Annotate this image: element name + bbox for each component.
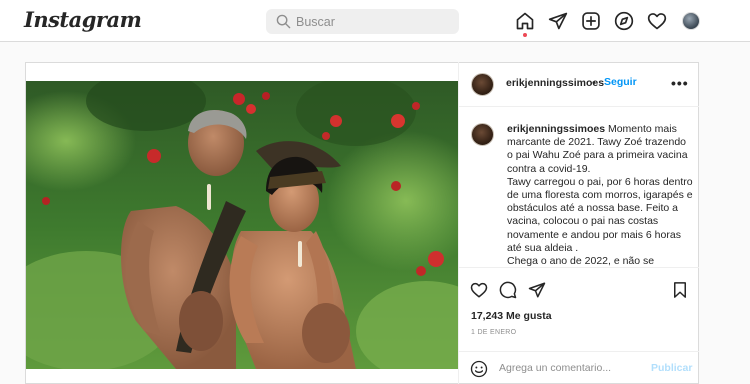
likes-count[interactable]: 17,243 Me gusta bbox=[471, 310, 552, 322]
like-icon[interactable] bbox=[470, 281, 488, 299]
share-icon[interactable] bbox=[528, 281, 546, 299]
home-icon[interactable] bbox=[515, 11, 535, 31]
caption-author[interactable]: erikjenningssimoes bbox=[507, 123, 605, 135]
photo-illustration bbox=[26, 81, 458, 369]
caption-text: erikjenningssimoes Momento mais marcante… bbox=[507, 123, 693, 268]
post-actions bbox=[459, 269, 699, 309]
comment-icon[interactable] bbox=[499, 281, 517, 299]
comment-input[interactable] bbox=[499, 360, 649, 376]
emoji-icon[interactable] bbox=[470, 360, 488, 378]
follow-button[interactable]: Seguir bbox=[604, 76, 637, 88]
explore-icon[interactable] bbox=[614, 11, 634, 31]
post-side-panel: erikjenningssimoes • Seguir ••• erikjenn… bbox=[458, 62, 699, 384]
post-date: 1 DE ENERO bbox=[471, 329, 517, 336]
publish-button[interactable]: Publicar bbox=[651, 362, 692, 374]
activity-icon[interactable] bbox=[647, 11, 667, 31]
save-icon[interactable] bbox=[671, 281, 689, 299]
comment-bar: Publicar bbox=[459, 351, 699, 384]
new-post-icon[interactable] bbox=[581, 11, 601, 31]
profile-avatar[interactable] bbox=[682, 12, 700, 30]
search-box[interactable] bbox=[266, 9, 459, 34]
top-navigation-bar: Instagram bbox=[0, 0, 750, 42]
post-header: erikjenningssimoes • Seguir ••• bbox=[459, 62, 699, 107]
separator-dot: • bbox=[592, 77, 596, 89]
author-username[interactable]: erikjenningssimoes bbox=[506, 77, 604, 89]
caption-area: erikjenningssimoes Momento mais marcante… bbox=[459, 108, 699, 268]
direct-icon[interactable] bbox=[548, 11, 568, 31]
caption-line-2: Tawy carregou o pai, por 6 horas dentro … bbox=[507, 175, 693, 254]
search-input[interactable] bbox=[296, 9, 451, 34]
caption-author-avatar[interactable] bbox=[471, 123, 494, 146]
post-photo[interactable] bbox=[26, 81, 458, 369]
author-avatar[interactable] bbox=[471, 73, 494, 96]
notification-dot bbox=[523, 33, 527, 37]
search-icon bbox=[276, 14, 291, 29]
more-options-icon[interactable]: ••• bbox=[671, 75, 689, 91]
instagram-logo[interactable]: Instagram bbox=[24, 7, 142, 32]
caption-line-3: Chega o ano de 2022, e não se registrou bbox=[507, 255, 655, 268]
